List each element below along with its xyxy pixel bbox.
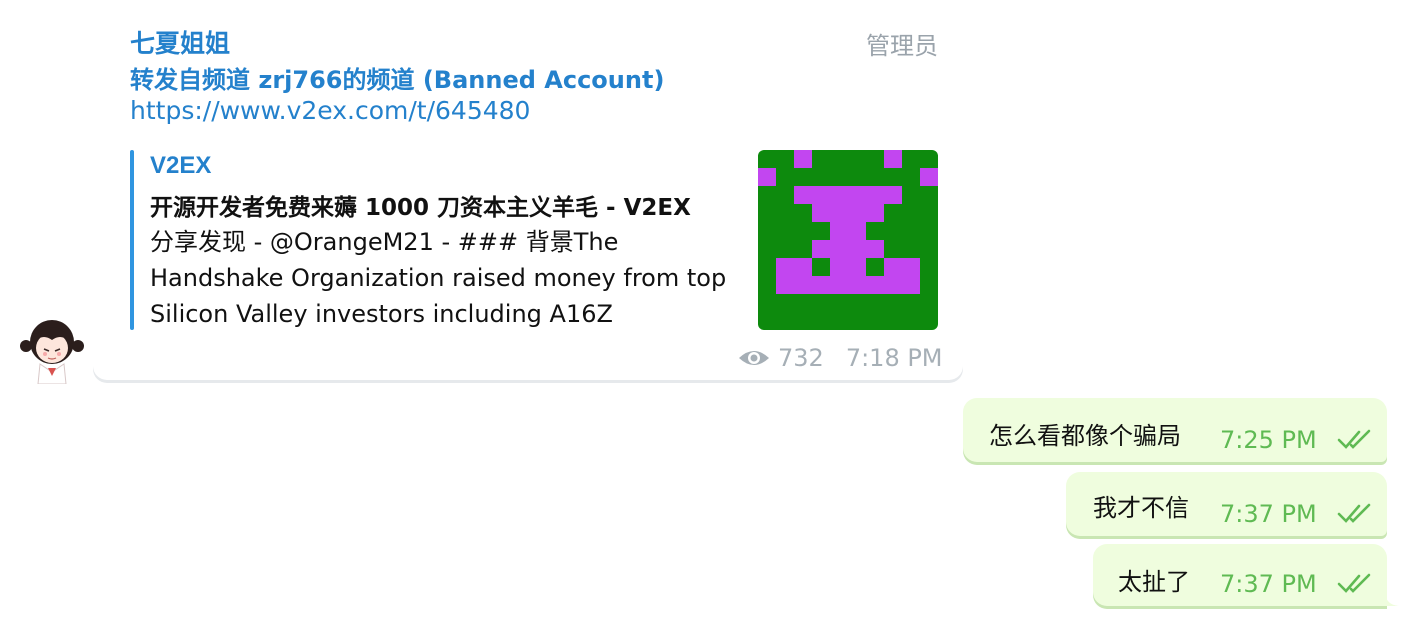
message-time: 7:37 PM [1220, 500, 1317, 528]
outgoing-message-bubble[interactable]: 怎么看都像个骗局 7:25 PM [963, 398, 1387, 462]
double-check-icon [1337, 429, 1371, 449]
message-text: 怎么看都像个骗局 [989, 422, 1181, 450]
incoming-message-meta: 732 7:18 PM [738, 343, 943, 373]
sender-name[interactable]: 七夏姐姐 [130, 24, 230, 60]
link-preview-description-line: Silicon Valley investors including A16Z [150, 300, 613, 328]
link-preview-title[interactable]: 开源开发者免费来薅 1000 刀资本主义羊毛 - V2EX [150, 188, 691, 222]
link-preview-description[interactable]: 分享发现 - @OrangeM21 - ### 背景The Handshake … [150, 224, 750, 332]
link-preview-description-line: 分享发现 - @OrangeM21 - ### 背景The [150, 228, 619, 256]
message-link[interactable]: https://www.v2ex.com/t/645480 [130, 96, 530, 125]
message-time: 7:18 PM [845, 344, 943, 372]
message-text: 太扯了 [1118, 568, 1190, 596]
message-text: 我才不信 [1093, 494, 1189, 522]
eye-icon [739, 351, 769, 365]
sender-role-badge: 管理员 [866, 32, 938, 60]
views-counter: 732 [738, 344, 824, 372]
bubble-tail-icon [1385, 594, 1401, 606]
forwarded-from-label[interactable]: 转发自频道 zrj766的频道 (Banned Account) [130, 60, 664, 95]
link-preview-accent-bar [130, 150, 134, 330]
message-time: 7:25 PM [1220, 426, 1317, 454]
double-check-icon [1337, 503, 1371, 523]
sender-avatar[interactable] [18, 312, 86, 385]
link-preview-description-line: Handshake Organization raised money from… [150, 264, 727, 292]
outgoing-message-bubble[interactable]: 太扯了 7:37 PM [1093, 544, 1387, 606]
views-count: 732 [778, 344, 824, 372]
link-preview-thumbnail[interactable] [758, 150, 938, 330]
link-preview-site[interactable]: V2EX [150, 152, 211, 180]
double-check-icon [1337, 573, 1371, 593]
message-time: 7:37 PM [1220, 570, 1317, 598]
outgoing-message-bubble[interactable]: 我才不信 7:37 PM [1066, 472, 1387, 536]
